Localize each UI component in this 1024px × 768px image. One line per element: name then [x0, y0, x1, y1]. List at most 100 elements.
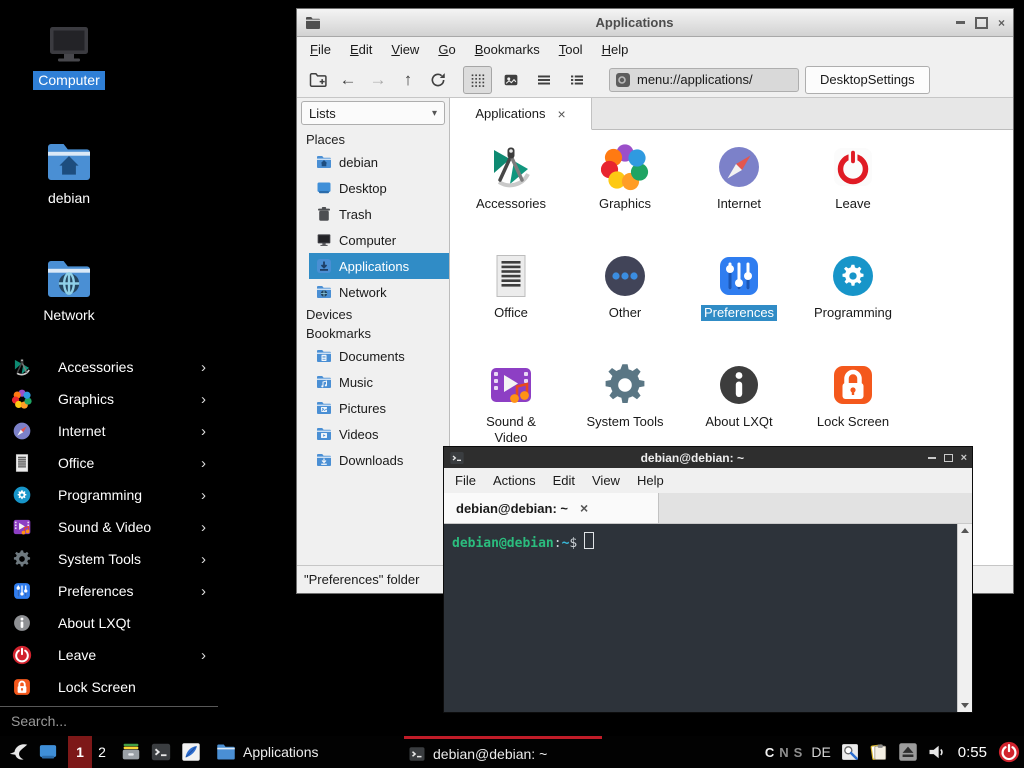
close-icon[interactable]: × — [998, 18, 1005, 28]
sidebar-item-videos[interactable]: Videos — [309, 421, 449, 447]
menu-item-internet[interactable]: Internet › — [0, 415, 218, 447]
menu-tool[interactable]: Tool — [559, 42, 583, 57]
back-button[interactable]: ← — [333, 66, 363, 94]
folder-internet[interactable]: Internet — [682, 131, 796, 240]
sidebar-item-desktop[interactable]: Desktop — [309, 175, 449, 201]
folder-leave[interactable]: Leave — [796, 131, 910, 240]
sidebar-mode-combobox[interactable]: Lists ▾ — [301, 101, 445, 125]
sidebar-item-downloads[interactable]: Downloads — [309, 447, 449, 473]
clock[interactable]: 0:55 — [958, 744, 987, 761]
menu-bookmarks[interactable]: Bookmarks — [475, 42, 540, 57]
forward-button[interactable]: → — [363, 66, 393, 94]
icon-view-button[interactable] — [463, 66, 492, 94]
folder-sound-video[interactable]: Sound & Video — [454, 349, 568, 458]
desktop-icon-debian[interactable]: debian — [9, 138, 129, 208]
folder-programming[interactable]: Programming — [796, 240, 910, 349]
status-text: "Preferences" folder — [304, 572, 419, 587]
app-menu-button[interactable] — [8, 741, 30, 763]
menu-item-preferences[interactable]: Preferences › — [0, 575, 218, 607]
thumbnail-view-button[interactable] — [496, 66, 525, 94]
tab-applications[interactable]: Applications × — [450, 98, 592, 130]
terminal-screen[interactable]: debian@debian:~$ — [444, 524, 972, 712]
keyboard-layout[interactable]: DE — [811, 744, 830, 760]
folder-office[interactable]: Office — [454, 240, 568, 349]
text-editor-launcher[interactable] — [180, 741, 202, 763]
volume-tray-icon[interactable] — [927, 742, 947, 762]
menu-file[interactable]: File — [455, 473, 476, 488]
menu-item-office[interactable]: Office › — [0, 447, 218, 479]
clipboard-tray-icon[interactable] — [869, 742, 889, 762]
menu-item-lock-screen[interactable]: Lock Screen — [0, 671, 218, 703]
taskbar-item-terminal-active[interactable]: debian@debian: ~ — [404, 736, 602, 768]
power-button[interactable] — [998, 741, 1020, 763]
sidebar-item-applications[interactable]: Applications — [309, 253, 449, 279]
desktop-icon-computer[interactable]: Computer — [9, 20, 129, 90]
menu-item-system-tools[interactable]: System Tools › — [0, 543, 218, 575]
maximize-icon[interactable] — [944, 454, 953, 462]
workspace-2-button[interactable]: 2 — [92, 736, 112, 768]
terminal-titlebar[interactable]: debian@debian: ~ × — [444, 447, 972, 468]
minimize-icon[interactable] — [956, 21, 965, 24]
scroll-down-icon[interactable] — [961, 703, 969, 708]
folder-accessories[interactable]: Accessories — [454, 131, 568, 240]
sidebar-item-network[interactable]: Network — [309, 279, 449, 305]
menu-view[interactable]: View — [592, 473, 620, 488]
taskbar-item-applications[interactable]: Applications — [216, 736, 319, 768]
close-icon[interactable]: × — [961, 452, 967, 464]
up-button[interactable]: ↑ — [393, 66, 423, 94]
screenshot-tray-icon[interactable] — [840, 742, 860, 762]
menu-item-sound-video[interactable]: Sound & Video › — [0, 511, 218, 543]
sidebar-item-pictures[interactable]: Pictures — [309, 395, 449, 421]
menu-item-about-lxqt[interactable]: About LXQt — [0, 607, 218, 639]
folder-about-lxqt[interactable]: About LXQt — [682, 349, 796, 458]
menu-edit[interactable]: Edit — [350, 42, 372, 57]
desktop-icon-label[interactable]: Computer — [33, 71, 104, 90]
scroll-up-icon[interactable] — [961, 528, 969, 533]
menu-actions[interactable]: Actions — [493, 473, 536, 488]
address-bar[interactable]: menu://applications/ — [609, 68, 799, 92]
menu-item-graphics[interactable]: Graphics › — [0, 383, 218, 415]
sidebar-item-music[interactable]: Music — [309, 369, 449, 395]
refresh-button[interactable] — [423, 66, 453, 94]
menu-item-programming[interactable]: Programming › — [0, 479, 218, 511]
new-tab-button[interactable] — [303, 66, 333, 94]
terminal-scrollbar[interactable] — [957, 524, 972, 712]
sidebar-item-computer[interactable]: Computer — [309, 227, 449, 253]
folder-preferences[interactable]: Preferences — [682, 240, 796, 349]
menu-help[interactable]: Help — [637, 473, 664, 488]
menu-file[interactable]: File — [310, 42, 331, 57]
show-desktop-button[interactable] — [38, 742, 58, 762]
menu-go[interactable]: Go — [438, 42, 455, 57]
desktop-icon-network[interactable]: Network — [9, 255, 129, 325]
desktop-icon-label[interactable]: Network — [38, 306, 99, 325]
minimize-icon[interactable] — [928, 457, 936, 459]
desktop-settings-button[interactable]: DesktopSettings — [805, 66, 930, 94]
menu-edit[interactable]: Edit — [553, 473, 575, 488]
menu-help[interactable]: Help — [602, 42, 629, 57]
terminal-icon — [449, 450, 465, 466]
file-manager-launcher[interactable] — [120, 741, 142, 763]
tab-close-icon[interactable]: × — [580, 500, 588, 516]
desktop-icon-label[interactable]: debian — [43, 189, 95, 208]
folder-other[interactable]: Other — [568, 240, 682, 349]
tab-close-icon[interactable]: × — [557, 106, 565, 122]
compact-view-button[interactable] — [529, 66, 558, 94]
menu-item-accessories[interactable]: Accessories › — [0, 351, 218, 383]
eject-tray-icon[interactable] — [898, 742, 918, 762]
sidebar-item-debian[interactable]: debian — [309, 149, 449, 175]
folder-graphics[interactable]: Graphics — [568, 131, 682, 240]
keyboard-indicator[interactable]: C N S — [765, 745, 802, 760]
terminal-tab[interactable]: debian@debian: ~ × — [444, 493, 659, 523]
terminal-launcher[interactable] — [150, 741, 172, 763]
menu-item-leave[interactable]: Leave › — [0, 639, 218, 671]
sidebar-item-documents[interactable]: Documents — [309, 343, 449, 369]
fm-titlebar[interactable]: Applications × — [297, 9, 1013, 37]
menu-view[interactable]: View — [391, 42, 419, 57]
sidebar-item-trash[interactable]: Trash — [309, 201, 449, 227]
menu-search-input[interactable]: Search... — [0, 707, 218, 735]
folder-lock-screen[interactable]: Lock Screen — [796, 349, 910, 458]
folder-system-tools[interactable]: System Tools — [568, 349, 682, 458]
workspace-1-button[interactable]: 1 — [68, 736, 92, 768]
maximize-icon[interactable] — [975, 17, 988, 29]
detailed-view-button[interactable] — [562, 66, 591, 94]
